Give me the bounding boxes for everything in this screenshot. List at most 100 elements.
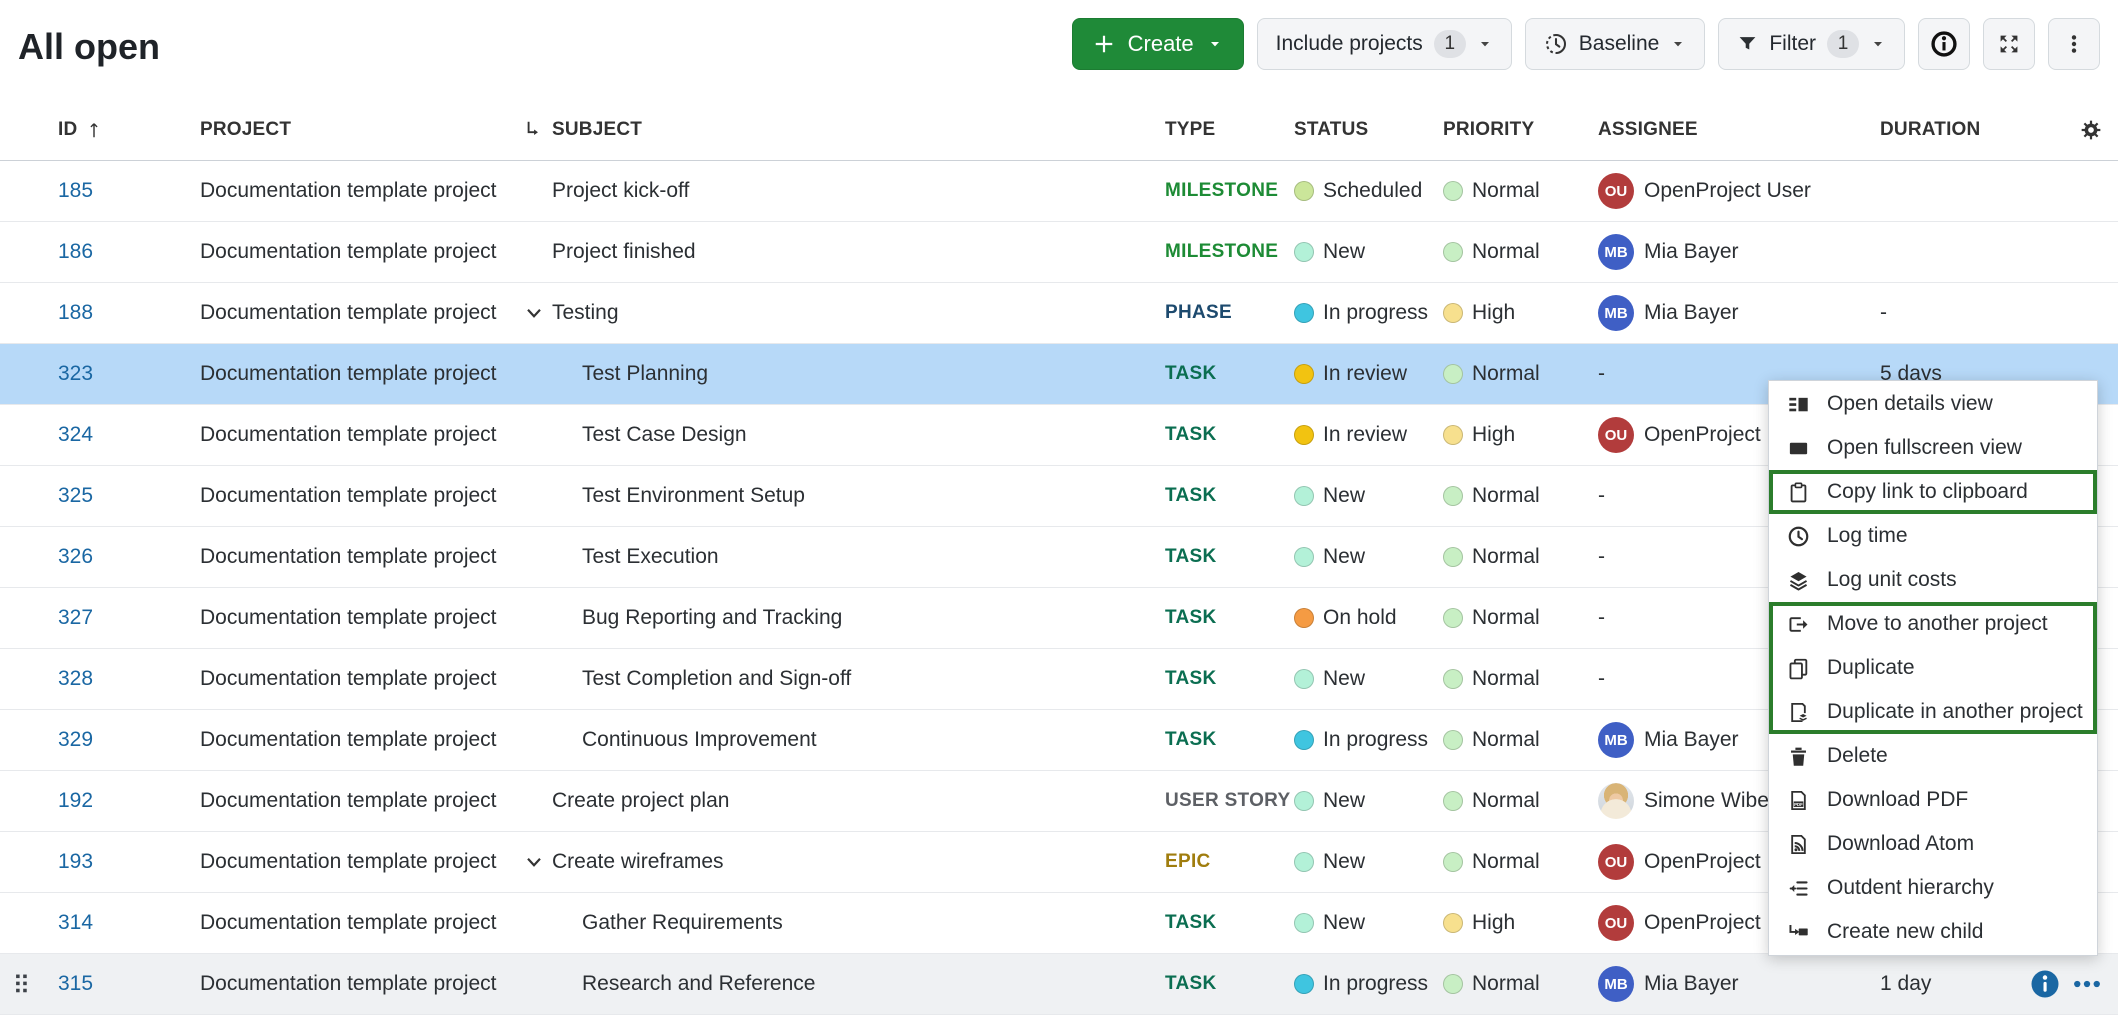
- subject-cell[interactable]: Test Case Design: [520, 423, 1165, 447]
- type-cell[interactable]: TASK: [1165, 424, 1294, 446]
- project-cell[interactable]: Documentation template project: [200, 850, 520, 874]
- status-cell[interactable]: In review: [1294, 423, 1443, 447]
- type-cell[interactable]: TASK: [1165, 485, 1294, 507]
- menu-item-copy-link-to-clipboard[interactable]: Copy link to clipboard: [1769, 470, 2097, 514]
- duration-cell[interactable]: -: [1860, 301, 2020, 325]
- work-package-id-link[interactable]: 185: [58, 179, 93, 203]
- filter-button[interactable]: Filter 1: [1718, 18, 1905, 70]
- project-cell[interactable]: Documentation template project: [200, 545, 520, 569]
- menu-item-outdent-hierarchy[interactable]: Outdent hierarchy: [1769, 866, 2097, 910]
- subject-cell[interactable]: Test Planning: [520, 362, 1165, 386]
- priority-cell[interactable]: Normal: [1443, 850, 1598, 874]
- status-cell[interactable]: In progress: [1294, 301, 1443, 325]
- include-projects-button[interactable]: Include projects 1: [1257, 18, 1512, 70]
- work-package-id-link[interactable]: 314: [58, 911, 93, 935]
- assignee-cell[interactable]: OUOpenProject User: [1598, 173, 1860, 209]
- type-cell[interactable]: TASK: [1165, 546, 1294, 568]
- header-subject[interactable]: SUBJECT: [520, 119, 1165, 141]
- project-cell[interactable]: Documentation template project: [200, 789, 520, 813]
- project-cell[interactable]: Documentation template project: [200, 667, 520, 691]
- priority-cell[interactable]: High: [1443, 911, 1598, 935]
- subject-cell[interactable]: Test Environment Setup: [520, 484, 1165, 508]
- header-duration[interactable]: DURATION: [1860, 119, 2020, 141]
- status-cell[interactable]: Scheduled: [1294, 179, 1443, 203]
- work-package-id-link[interactable]: 326: [58, 545, 93, 569]
- type-cell[interactable]: TASK: [1165, 363, 1294, 385]
- work-package-id-link[interactable]: 325: [58, 484, 93, 508]
- status-cell[interactable]: New: [1294, 667, 1443, 691]
- work-package-id-link[interactable]: 327: [58, 606, 93, 630]
- header-priority[interactable]: PRIORITY: [1443, 119, 1598, 141]
- menu-item-download-atom[interactable]: Download Atom: [1769, 822, 2097, 866]
- type-cell[interactable]: TASK: [1165, 607, 1294, 629]
- duration-cell[interactable]: 1 day: [1860, 972, 2020, 996]
- project-cell[interactable]: Documentation template project: [200, 911, 520, 935]
- type-cell[interactable]: TASK: [1165, 912, 1294, 934]
- work-package-id-link[interactable]: 186: [58, 240, 93, 264]
- project-cell[interactable]: Documentation template project: [200, 362, 520, 386]
- menu-item-log-unit-costs[interactable]: Log unit costs: [1769, 558, 2097, 602]
- subject-cell[interactable]: Test Execution: [520, 545, 1165, 569]
- chevron-down-icon[interactable]: [522, 301, 546, 325]
- status-cell[interactable]: New: [1294, 484, 1443, 508]
- project-cell[interactable]: Documentation template project: [200, 423, 520, 447]
- fullscreen-button[interactable]: [1983, 18, 2035, 70]
- hierarchy-icon[interactable]: [522, 119, 544, 141]
- work-package-id-link[interactable]: 192: [58, 789, 93, 813]
- type-cell[interactable]: PHASE: [1165, 302, 1294, 324]
- menu-item-delete[interactable]: Delete: [1769, 734, 2097, 778]
- priority-cell[interactable]: Normal: [1443, 972, 1598, 996]
- type-cell[interactable]: TASK: [1165, 729, 1294, 751]
- work-package-id-link[interactable]: 323: [58, 362, 93, 386]
- assignee-cell[interactable]: MBMia Bayer: [1598, 295, 1860, 331]
- subject-cell[interactable]: Test Completion and Sign-off: [520, 667, 1165, 691]
- info-button[interactable]: [1918, 18, 1970, 70]
- settings-gear-icon[interactable]: [2080, 119, 2102, 141]
- status-cell[interactable]: New: [1294, 240, 1443, 264]
- subject-cell[interactable]: Project finished: [520, 240, 1165, 264]
- type-cell[interactable]: USER STORY: [1165, 790, 1294, 812]
- project-cell[interactable]: Documentation template project: [200, 606, 520, 630]
- chevron-down-icon[interactable]: [522, 850, 546, 874]
- status-cell[interactable]: New: [1294, 911, 1443, 935]
- subject-cell[interactable]: Bug Reporting and Tracking: [520, 606, 1165, 630]
- work-package-id-link[interactable]: 329: [58, 728, 93, 752]
- priority-cell[interactable]: Normal: [1443, 606, 1598, 630]
- menu-item-duplicate-in-another-project[interactable]: Duplicate in another project: [1769, 690, 2097, 734]
- work-package-id-link[interactable]: 315: [58, 972, 93, 996]
- status-cell[interactable]: New: [1294, 789, 1443, 813]
- header-settings[interactable]: [2020, 119, 2118, 141]
- menu-item-open-details-view[interactable]: Open details view: [1769, 382, 2097, 426]
- status-cell[interactable]: New: [1294, 850, 1443, 874]
- type-cell[interactable]: TASK: [1165, 973, 1294, 995]
- more-options-button[interactable]: [2048, 18, 2100, 70]
- menu-item-log-time[interactable]: Log time: [1769, 514, 2097, 558]
- header-project[interactable]: PROJECT: [200, 119, 520, 141]
- row-more-icon[interactable]: [2072, 969, 2102, 999]
- subject-cell[interactable]: Create wireframes: [520, 850, 1165, 874]
- subject-cell[interactable]: Gather Requirements: [520, 911, 1165, 935]
- work-package-id-link[interactable]: 324: [58, 423, 93, 447]
- type-cell[interactable]: EPIC: [1165, 851, 1294, 873]
- priority-cell[interactable]: Normal: [1443, 484, 1598, 508]
- priority-cell[interactable]: Normal: [1443, 789, 1598, 813]
- table-row[interactable]: 188Documentation template projectTesting…: [0, 283, 2118, 344]
- priority-cell[interactable]: Normal: [1443, 667, 1598, 691]
- subject-cell[interactable]: Continuous Improvement: [520, 728, 1165, 752]
- header-status[interactable]: STATUS: [1294, 119, 1443, 141]
- header-type[interactable]: TYPE: [1165, 119, 1294, 141]
- priority-cell[interactable]: High: [1443, 423, 1598, 447]
- subject-cell[interactable]: Project kick-off: [520, 179, 1165, 203]
- work-package-id-link[interactable]: 193: [58, 850, 93, 874]
- table-row[interactable]: 185Documentation template projectProject…: [0, 161, 2118, 222]
- work-package-id-link[interactable]: 328: [58, 667, 93, 691]
- subject-cell[interactable]: Testing: [520, 301, 1165, 325]
- subject-cell[interactable]: Research and Reference: [520, 972, 1165, 996]
- status-cell[interactable]: In review: [1294, 362, 1443, 386]
- baseline-button[interactable]: Baseline: [1525, 18, 1706, 70]
- type-cell[interactable]: TASK: [1165, 668, 1294, 690]
- header-id[interactable]: ID: [0, 119, 200, 141]
- header-assignee[interactable]: ASSIGNEE: [1598, 119, 1860, 141]
- row-info-icon[interactable]: [2030, 969, 2060, 999]
- assignee-cell[interactable]: MBMia Bayer: [1598, 966, 1860, 1002]
